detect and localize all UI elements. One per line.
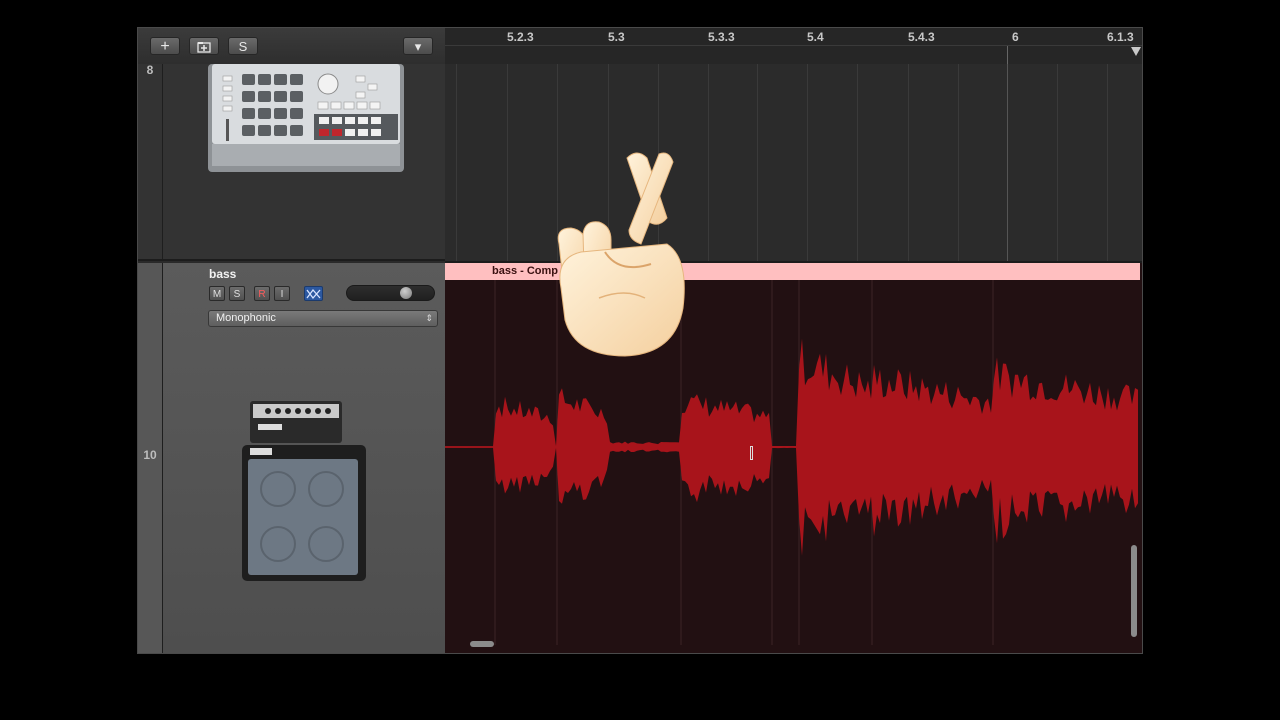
ruler-tick: 5.4.3 [908,30,935,44]
ruler-strip [445,45,1142,46]
track-number: 8 [146,63,154,77]
flex-mode-value: Monophonic [216,312,276,324]
grid-line [708,64,709,261]
drum-machine-icon [208,64,404,172]
grid-line [1007,64,1008,261]
tracks-header-toolbar: + S ▾ [138,28,445,65]
track-number-column [138,64,163,259]
flex-button[interactable] [304,286,323,301]
track-number: 10 [143,448,157,462]
flex-icon [306,288,321,300]
solo-button[interactable]: S [229,286,245,301]
crossed-fingers-icon [557,152,685,357]
new-folder-button[interactable] [189,37,219,55]
ruler-tick: 5.3.3 [708,30,735,44]
ruler-tick: 6 [1012,30,1019,44]
bar-line [1007,46,1008,64]
grid-line [807,64,808,261]
audio-waveform [445,280,1138,645]
view-menu-button[interactable]: ▾ [403,37,433,55]
bass-amp-icon [242,401,366,581]
region-name: bass - Comp [492,265,559,277]
chevron-down-icon: ▾ [414,39,422,54]
track-lane-8[interactable] [445,64,1142,263]
track-name[interactable]: bass [209,267,236,281]
track-header-10[interactable]: 10 bass M S R I Monophonic ⇕ [138,263,445,653]
grid-line [1057,64,1058,261]
grid-line [908,64,909,261]
edit-cursor-icon [750,446,753,460]
track-header-8[interactable]: 8 [138,63,445,261]
volume-slider[interactable] [346,285,435,301]
mute-button[interactable]: M [209,286,225,301]
updown-arrow-icon: ⇕ [425,313,433,323]
vertical-scrollbar[interactable] [1131,545,1137,637]
folder-add-icon [197,42,211,53]
ruler-tick: 5.2.3 [507,30,534,44]
playhead-icon[interactable] [1131,47,1141,56]
grid-line [958,64,959,261]
bar-ruler[interactable]: 5.2.3 5.3 5.3.3 5.4 5.4.3 6 6.1.3 [445,28,1142,65]
grid-line [757,64,758,261]
input-monitor-button[interactable]: I [274,286,290,301]
record-enable-button[interactable]: R [254,286,270,301]
horizontal-scrollbar[interactable] [470,641,494,647]
volume-knob[interactable] [400,287,412,299]
grid-line [507,64,508,261]
flex-mode-select[interactable]: Monophonic ⇕ [208,310,438,327]
grid-line [1107,64,1108,261]
global-solo-button[interactable]: S [228,37,258,55]
grid-line [857,64,858,261]
add-track-button[interactable]: + [150,37,180,55]
ruler-tick: 6.1.3 [1107,30,1134,44]
track-lane-10[interactable]: bass - Comp [445,263,1142,653]
grid-line [456,64,457,261]
ruler-tick: 5.4 [807,30,824,44]
audio-region-header[interactable]: bass - Comp [445,263,1140,280]
ruler-tick: 5.3 [608,30,625,44]
